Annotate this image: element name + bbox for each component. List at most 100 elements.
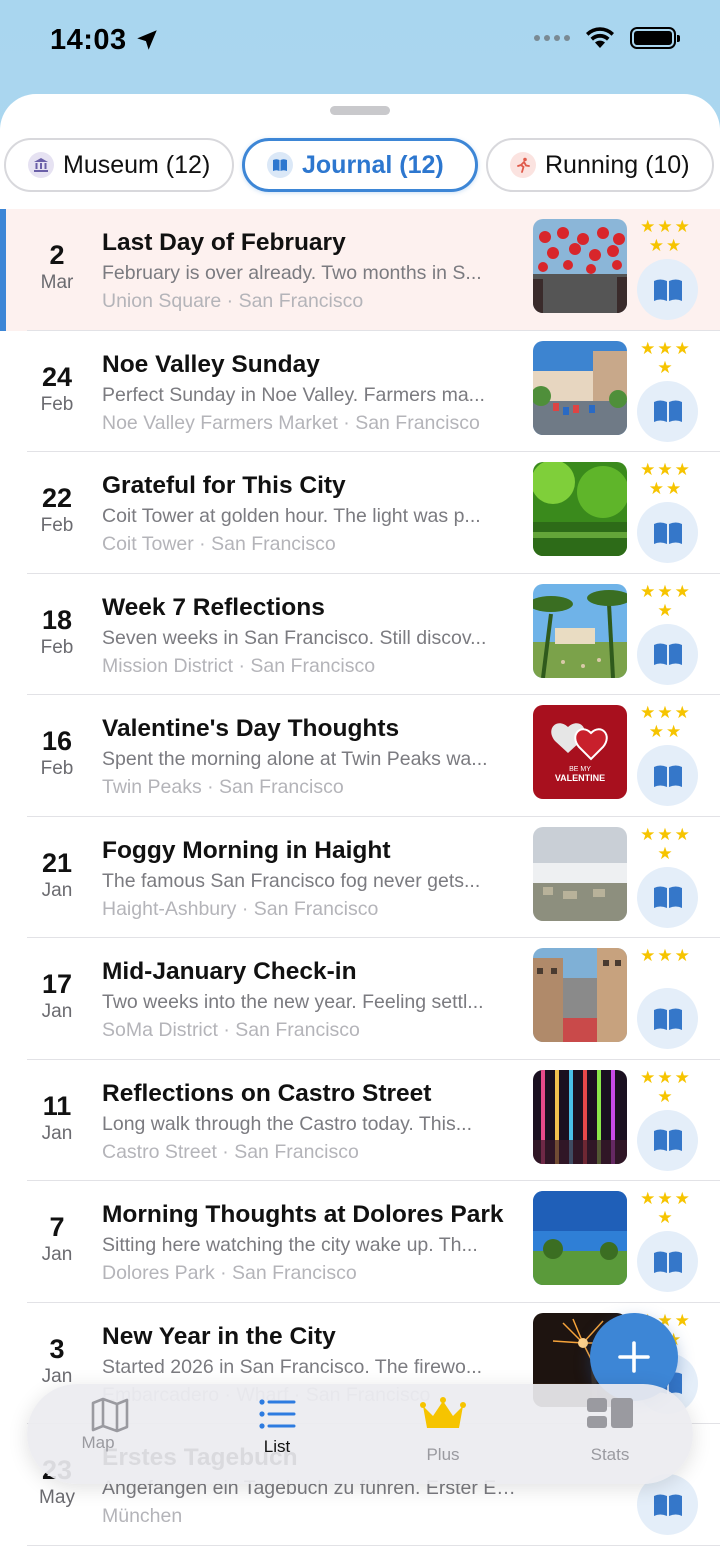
- journal-entry-row[interactable]: 11 Jan Reflections on Castro Street Long wa…: [0, 1060, 720, 1182]
- entry-rating-stars: ★★★ ★★: [640, 703, 692, 741]
- journal-entry-row[interactable]: 18 Feb Week 7 Reflections Seven weeks in Sa…: [0, 574, 720, 696]
- battery-icon: [630, 27, 680, 49]
- entry-rating-stars: ★★★ ★: [640, 824, 692, 863]
- status-time: 14:03: [50, 24, 127, 56]
- book-icon: [653, 400, 682, 422]
- open-journal-button[interactable]: [637, 1231, 698, 1292]
- entry-month: May: [39, 1487, 75, 1508]
- entry-snippet: Two weeks into the new year. Feeling set…: [102, 991, 484, 1013]
- book-icon: [653, 643, 682, 665]
- entry-rating-stars: ★★★ ★★: [640, 217, 692, 255]
- entry-snippet: Started 2026 in San Francisco. The firew…: [102, 1355, 483, 1378]
- entry-title: Valentine's Day Thoughts: [102, 715, 400, 742]
- entry-title: Grateful for This City: [102, 472, 346, 499]
- journal-entry-row[interactable]: 22 Feb Grateful for This City Coit Tower at…: [0, 452, 720, 574]
- entry-texts: Foggy Morning in Haight The famous San Fr…: [102, 835, 520, 923]
- entry-day: 24: [41, 361, 73, 392]
- book-icon: [267, 152, 293, 178]
- entry-photo[interactable]: [533, 948, 627, 1042]
- open-journal-button[interactable]: [637, 745, 698, 806]
- location-arrow-icon: [137, 30, 157, 50]
- entry-day: 17: [41, 969, 73, 999]
- entry-texts: Valentine's Day Thoughts Spent the mornin…: [102, 713, 520, 801]
- open-journal-button[interactable]: [637, 866, 698, 928]
- filter-chip-running[interactable]: Running (10): [486, 138, 714, 192]
- open-journal-button[interactable]: [637, 988, 698, 1049]
- entry-photo[interactable]: [533, 340, 627, 435]
- tab-plus[interactable]: Plus: [383, 1396, 503, 1465]
- entry-photo[interactable]: BE MY VALENTINE: [533, 705, 627, 799]
- journal-sheet: Museum (12) Journal (12) Running (10) 2M…: [0, 94, 720, 1557]
- open-journal-button[interactable]: [637, 623, 698, 685]
- stats-icon: [587, 1398, 633, 1428]
- journal-entry-row[interactable]: 7 Jan Morning Thoughts at Dolores Park Sitt…: [0, 1181, 720, 1303]
- category-filters: Museum (12) Journal (12) Running (10): [0, 138, 720, 192]
- entry-rating-stars: ★★★ ★: [640, 338, 692, 377]
- book-icon: [653, 279, 682, 301]
- entry-month: Jan: [41, 879, 73, 901]
- entry-date: 24 Feb: [22, 361, 92, 417]
- entry-date: 16 Feb: [22, 725, 92, 781]
- entry-title: Last Day of February: [102, 229, 346, 256]
- tab-bar: Map List Plus Stats: [27, 1384, 693, 1484]
- wifi-icon: [586, 27, 614, 48]
- book-icon: [653, 1251, 682, 1273]
- list-icon: [259, 1399, 296, 1429]
- open-journal-button[interactable]: [637, 259, 698, 320]
- entry-photo[interactable]: [533, 826, 627, 921]
- entry-photo[interactable]: [533, 1069, 627, 1164]
- entry-date: 3 Jan: [22, 1333, 92, 1389]
- tab-list[interactable]: List: [217, 1396, 337, 1457]
- entry-month: Mar: [40, 272, 74, 293]
- journal-entry-row[interactable]: 17 Jan Mid-January Check-in Two weeks into …: [0, 938, 720, 1060]
- crown-icon: [420, 1397, 466, 1428]
- journal-entry-row[interactable]: 2 Mar Last Day of February February is over…: [0, 209, 720, 331]
- book-icon: [653, 886, 682, 908]
- entry-month: Jan: [41, 1122, 73, 1144]
- entry-month: Feb: [40, 636, 74, 658]
- entry-texts: Last Day of February February is over alr…: [102, 227, 520, 315]
- entry-date: 18 Feb: [22, 604, 92, 660]
- entry-texts: Morning Thoughts at Dolores Park Sitting …: [102, 1199, 520, 1287]
- map-icon: [91, 1397, 129, 1433]
- entry-photo[interactable]: [533, 583, 627, 678]
- entry-title: Mid-January Check-in: [102, 958, 357, 985]
- filter-chip-journal[interactable]: Journal (12): [242, 138, 478, 192]
- filter-chip-museum[interactable]: Museum (12): [4, 138, 234, 192]
- entry-day: 7: [49, 1212, 65, 1242]
- open-journal-button[interactable]: [637, 502, 698, 563]
- entry-snippet: Sitting here watching the city wake up. …: [102, 1234, 478, 1256]
- entry-rating-stars: ★★★: [640, 946, 692, 965]
- entry-photo[interactable]: [533, 1191, 627, 1285]
- entry-title: Foggy Morning in Haight: [102, 836, 391, 864]
- entry-snippet: Perfect Sunday in Noe Valley. Farmers ma…: [102, 383, 485, 406]
- running-icon: [510, 152, 536, 178]
- valentine-caption: BE MY VALENTINE: [533, 765, 627, 783]
- entry-rating-stars: ★★★ ★: [640, 1067, 692, 1106]
- entry-snippet: The famous San Francisco fog never gets.…: [102, 869, 481, 892]
- open-journal-button[interactable]: [637, 380, 698, 442]
- entry-place: Mission District · San Francisco: [102, 654, 376, 677]
- entry-rating-stars: ★★★ ★: [640, 1189, 692, 1227]
- journal-entry-row[interactable]: 24 Feb Noe Valley Sunday Perfect Sunday in …: [0, 331, 720, 453]
- entry-photo[interactable]: [533, 462, 627, 556]
- entry-day: 16: [41, 726, 73, 756]
- open-journal-button[interactable]: [637, 1109, 698, 1171]
- entry-place: Union Square · San Francisco: [102, 290, 364, 312]
- entry-texts: Reflections on Castro Street Long walk th…: [102, 1078, 520, 1166]
- entry-rating-stars: ★★★ ★: [640, 581, 692, 620]
- entry-title: New Year in the City: [102, 1322, 336, 1350]
- tab-label: List: [263, 1437, 291, 1456]
- journal-entry-row[interactable]: 21 Jan Foggy Morning in Haight The famous S…: [0, 817, 720, 939]
- entry-snippet: February is over already. Two months in …: [102, 262, 482, 284]
- sheet-grabber[interactable]: [330, 106, 390, 115]
- filter-chip-label: Museum (12): [63, 150, 211, 179]
- cellular-signal-icon: [534, 35, 570, 41]
- entry-title: Noe Valley Sunday: [102, 350, 320, 378]
- entry-month: Jan: [41, 1244, 73, 1265]
- journal-entry-row[interactable]: 16 Feb Valentine's Day Thoughts Spent the m…: [0, 695, 720, 817]
- entry-photo[interactable]: [533, 219, 627, 313]
- entry-date: 21 Jan: [22, 847, 92, 903]
- tab-map[interactable]: Map: [50, 1396, 170, 1453]
- tab-stats[interactable]: Stats: [550, 1396, 670, 1465]
